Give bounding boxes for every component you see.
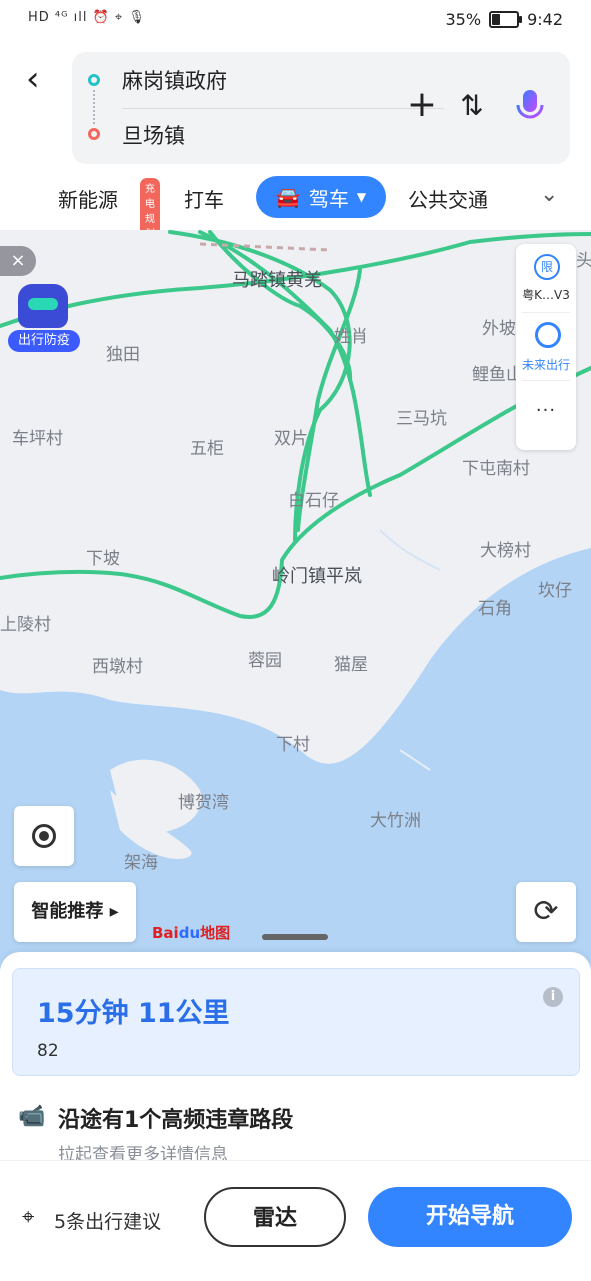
map-side-panel: 限 粤K…V3 未来出行 ··· [516,244,576,450]
place-label: 下坡 [86,549,120,569]
smart-recommend-button[interactable]: 智能推荐 ▸ [14,882,136,942]
place-label: 大榜村 [480,541,531,561]
map-view[interactable]: 马踏镇黄羌 姓肖 外坡 独田 鲤鱼山 车坪村 五柜 双片 三马坑 下屯南村 白石… [0,230,591,970]
camera-icon: 📹 [18,1104,46,1129]
radar-button[interactable]: 雷达 [204,1187,346,1247]
place-label: 头 [576,251,591,271]
route-code: 82 [37,1041,59,1061]
place-label: 猫屋 [334,655,368,675]
violation-warning-title[interactable]: 沿途有1个高频违章路段 [58,1102,293,1134]
place-label: 大竹洲 [370,811,421,831]
status-bar: HD ⁴ᴳ ıll ⏰ ⌖ 🎙 35% 9:42 [0,0,591,42]
battery-icon [489,11,523,28]
start-point-icon [88,74,100,86]
route-connector [93,90,97,124]
tab-public-transit[interactable]: 公共交通 [408,184,488,213]
tab-taxi[interactable]: 打车 [184,184,224,213]
close-icon[interactable]: × [0,246,36,276]
logo-tail: 地图 [200,924,231,942]
status-right: 35% 9:42 [446,10,564,29]
place-label: 博贺湾 [178,793,229,813]
place-label: 坎仔 [538,581,572,601]
back-arrow-icon[interactable]: ‹ [26,62,56,98]
tab-new-energy[interactable]: 新能源 充电规划 [58,178,160,242]
plate-number-label[interactable]: 粤K…V3 [516,286,576,303]
divider [522,380,570,381]
end-point-icon [88,128,100,140]
location-pin-icon: ⌖ [22,1205,35,1230]
caret-down-icon: ▼ [356,190,367,204]
travel-suggestions[interactable]: 5条出行建议 [54,1207,161,1234]
route-input-card: 麻岗镇政府 旦场镇 + ⇅ [72,52,570,164]
start-input[interactable]: 麻岗镇政府 [122,54,444,106]
logo-text: Bai [152,924,179,942]
start-navigation-button[interactable]: 开始导航 [368,1187,572,1247]
add-waypoint-icon[interactable]: + [404,87,440,124]
status-icons: HD ⁴ᴳ ıll ⏰ ⌖ 🎙 [28,10,146,25]
car-icon: 🚘 [275,185,301,209]
place-label: 石角 [478,599,512,619]
divider [522,312,570,313]
battery-percent: 35% [445,10,482,29]
place-label: 三马坑 [396,409,447,429]
traffic-restriction-icon[interactable]: 限 [534,254,560,280]
time-distance: 15分钟 11公里 [37,998,230,1029]
place-label: 独田 [106,345,140,365]
place-label: 双片 [274,429,308,449]
destination-input[interactable]: 旦场镇 [122,109,444,161]
place-label: 车坪村 [12,429,63,449]
tab-label: 驾车 [308,186,349,211]
refresh-icon[interactable]: ⟳ [516,882,576,942]
place-label: 下村 [276,735,310,755]
timer-icon[interactable] [535,322,561,348]
bottom-action-bar: ⌖ 5条出行建议 雷达 开始导航 [0,1160,591,1281]
place-label: 姓肖 [334,327,368,347]
place-label: 马踏镇黄羌 [232,270,322,291]
place-label: 五柜 [190,439,224,459]
place-label: 下屯南村 [462,459,530,479]
route-option-card[interactable]: 15分钟 11公里 82 i [12,968,580,1076]
badge-label: 出行防疫 [8,330,80,352]
place-label: 岭门镇平岚 [272,566,362,587]
clock: 9:42 [527,10,563,29]
tab-drive[interactable]: 🚘 驾车 ▼ [256,176,386,218]
future-travel-label[interactable]: 未来出行 [516,356,576,373]
place-label: 西墩村 [92,657,143,677]
more-icon[interactable]: ··· [516,400,576,421]
place-label: 上陵村 [0,615,51,635]
place-label: 外坡 [482,319,516,339]
voice-input-icon[interactable] [510,86,550,126]
logo-paw: du [178,924,201,942]
place-label: 架海 [124,853,158,873]
info-icon[interactable]: i [543,987,563,1007]
place-label: 蓉园 [248,651,282,671]
travel-epidemic-badge[interactable]: 出行防疫 [8,284,80,356]
locate-me-button[interactable] [14,806,74,866]
tab-label: 新能源 [58,188,118,212]
place-label: 白石仔 [288,491,339,511]
travel-mode-tabs: 新能源 充电规划 打车 🚘 驾车 ▼ 公共交通 ⌄ [0,170,591,242]
chevron-down-icon[interactable]: ⌄ [540,182,558,207]
sheet-drag-handle[interactable] [262,934,328,940]
baidu-map-logo: Baidu地图 [152,922,230,943]
swap-route-icon[interactable]: ⇅ [454,88,490,124]
mascot-icon [18,284,68,328]
